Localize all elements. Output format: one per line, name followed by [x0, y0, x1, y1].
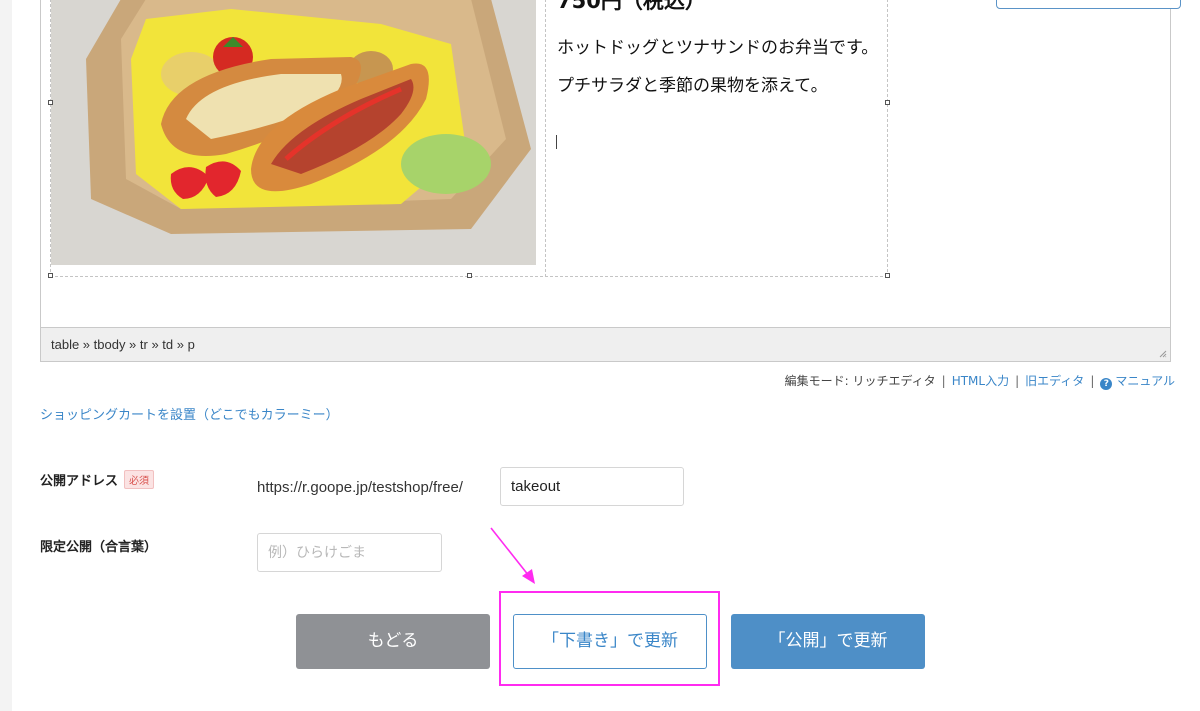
description-line[interactable]: ホットドッグとツナサンドのお弁当です。 — [557, 33, 878, 58]
table-resize-handle[interactable] — [48, 273, 53, 278]
table-resize-handle[interactable] — [885, 100, 890, 105]
table-resize-handle[interactable] — [467, 273, 472, 278]
editor-status-bar: table » tbody » tr » td » p — [41, 327, 1170, 361]
update-as-published-button[interactable]: 「公開」で更新 — [731, 614, 925, 669]
product-price[interactable]: 750円（税込） — [557, 0, 706, 15]
required-badge: 必須 — [124, 470, 155, 489]
limited-publish-label: 限定公開（合言葉） — [40, 540, 158, 555]
old-editor-link[interactable]: 旧エディタ — [1025, 374, 1084, 388]
shopping-cart-link[interactable]: ショッピングカートを設置（どこでもカラーミー） — [40, 404, 339, 423]
left-gutter — [0, 0, 12, 711]
edit-mode-row: 編集モード: リッチエディタ | HTML入力 | 旧エディタ |? マニュアル — [785, 372, 1175, 390]
public-address-slug-input[interactable] — [500, 467, 684, 506]
text-caret — [556, 135, 557, 149]
resize-grip-icon[interactable] — [1159, 350, 1167, 358]
separator: | — [1090, 374, 1095, 388]
back-button[interactable]: もどる — [296, 614, 490, 669]
description-line[interactable]: プチサラダと季節の果物を添えて。 — [557, 71, 828, 96]
table-resize-handle[interactable] — [48, 100, 53, 105]
editor-side-widget[interactable] — [996, 0, 1181, 9]
editor-body[interactable]: 750円（税込） ホットドッグとツナサンドのお弁当です。 プチサラダと季節の果物… — [41, 0, 1181, 328]
rich-text-editor[interactable]: 750円（税込） ホットドッグとツナサンドのお弁当です。 プチサラダと季節の果物… — [40, 0, 1181, 362]
public-address-label-text: 公開アドレス — [40, 474, 119, 489]
element-path: table » tbody » tr » td » p — [51, 337, 195, 352]
hotdog-bento-image — [51, 0, 536, 265]
arrow-icon — [490, 527, 535, 584]
separator: | — [1015, 374, 1020, 388]
passphrase-input[interactable] — [257, 533, 442, 572]
food-photo[interactable] — [51, 0, 536, 265]
content-table[interactable]: 750円（税込） ホットドッグとツナサンドのお弁当です。 プチサラダと季節の果物… — [48, 0, 890, 278]
html-input-link[interactable]: HTML入力 — [952, 374, 1009, 388]
manual-link[interactable]: マニュアル — [1115, 374, 1175, 388]
table-cell-divider — [545, 0, 546, 277]
edit-mode-label: 編集モード: リッチエディタ — [784, 374, 936, 388]
question-circle-icon[interactable]: ? — [1100, 378, 1113, 390]
url-prefix: https://r.goope.jp/testshop/free/ — [257, 479, 463, 496]
separator: | — [941, 374, 946, 388]
table-resize-handle[interactable] — [885, 273, 890, 278]
public-address-label: 公開アドレス 必須 — [40, 470, 155, 489]
update-as-draft-button[interactable]: 「下書き」で更新 — [513, 614, 707, 669]
